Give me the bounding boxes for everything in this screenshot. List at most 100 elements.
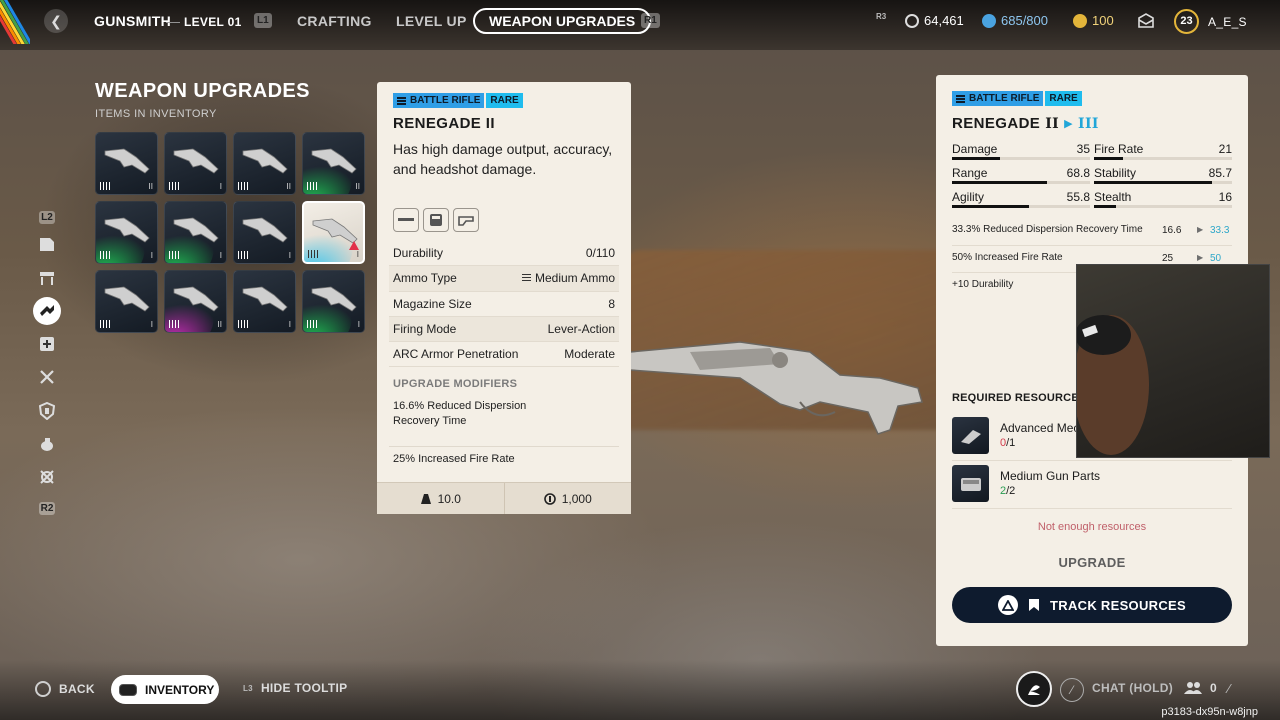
medical-icon[interactable] — [33, 330, 61, 358]
grenade-icon[interactable] — [33, 430, 61, 458]
slot-tier: I — [219, 181, 222, 191]
back-arrow-button[interactable]: ❮ — [44, 9, 68, 33]
player-avatar[interactable] — [1016, 671, 1052, 707]
mic-icon[interactable]: ⁄ — [1060, 678, 1084, 702]
panel-weapon-name: RENEGADE II ▶ III — [952, 115, 1099, 132]
weight-cell: 10.0 — [377, 483, 504, 514]
class-badge: BATTLE RIFLE — [952, 91, 1044, 106]
ammo-icon — [169, 251, 179, 259]
row-magazine-size: Magazine Size 8 — [389, 292, 619, 317]
slot-footer: II — [169, 319, 222, 329]
inventory-slot[interactable]: I — [233, 270, 296, 333]
tooltip-badges: BATTLE RIFLE RARE — [393, 93, 523, 108]
cred-value: 685/800 — [1001, 13, 1048, 28]
ammo-icon — [238, 251, 248, 259]
tab-level-up[interactable]: LEVEL UP — [396, 13, 467, 29]
tab-weapon-upgrades[interactable]: WEAPON UPGRADES — [473, 8, 652, 34]
stat-bar — [1094, 157, 1232, 160]
stock-mod-icon — [453, 208, 479, 232]
upgrade-button[interactable]: UPGRADE — [936, 555, 1248, 570]
weapon-icon — [173, 217, 219, 243]
bottom-hint-bar: BACK INVENTORY L3 HIDE TOOLTIP — [0, 673, 1280, 707]
stat-bars: Damage 35 Fire Rate 21 Range 68.8 Stability 85.… — [952, 142, 1232, 210]
bench-icon[interactable] — [33, 264, 61, 292]
tools-icon[interactable] — [33, 363, 61, 391]
inventory-slot[interactable]: II — [233, 132, 296, 195]
ammo-icon — [100, 320, 110, 328]
back-button[interactable]: BACK — [35, 681, 95, 697]
divider — [952, 508, 1232, 509]
stat-bar-fill — [1094, 181, 1213, 184]
inventory-slot[interactable]: II — [164, 270, 227, 333]
inventory-slot[interactable]: I — [302, 201, 365, 264]
slot-tier: I — [356, 249, 359, 259]
tooltip-description: Has high damage output, accuracy, and he… — [393, 141, 613, 177]
bookmark-icon — [1029, 599, 1040, 611]
stat-bar-fill — [952, 181, 1047, 184]
inventory-slot[interactable]: II — [302, 132, 365, 195]
party-indicator[interactable]: 0 — [1184, 681, 1217, 695]
inventory-slot[interactable]: I — [95, 270, 158, 333]
player-level-badge: 23 — [1174, 9, 1199, 34]
ammo-icon — [308, 250, 318, 258]
brand-stripes — [0, 0, 30, 44]
medium-gun-parts-icon — [952, 465, 989, 502]
weapon-icon — [311, 148, 357, 174]
shield-icon[interactable] — [33, 397, 61, 425]
row-ammo-type: Ammo Type Medium Ammo — [389, 266, 619, 292]
webcam-overlay — [1076, 264, 1270, 458]
slot-footer: I — [169, 250, 222, 260]
play-arrow-icon: ▶ — [1064, 118, 1073, 130]
ammo-icon — [169, 320, 179, 328]
inventory-slot[interactable]: I — [302, 270, 365, 333]
cred-counter: 685/800 — [982, 13, 1048, 28]
weapon-icon — [173, 148, 219, 174]
slot-footer: I — [307, 319, 360, 329]
ammo-icon — [169, 182, 179, 190]
cred-icon — [982, 13, 996, 28]
coins-value: 64,461 — [924, 13, 964, 28]
pencil-icon[interactable]: ⁄ — [1228, 681, 1230, 696]
slot-footer: I — [308, 249, 359, 259]
circle-button-icon — [35, 681, 51, 697]
slot-tier: I — [357, 319, 360, 329]
hide-tooltip-button[interactable]: L3 HIDE TOOLTIP — [243, 681, 347, 695]
not-enough-resources: Not enough resources — [1037, 521, 1147, 533]
row-durability: Durability 0/110 — [389, 241, 619, 267]
stat-stability: Stability 85.7 — [1094, 166, 1232, 186]
weapon-icon — [104, 217, 150, 243]
page-subtitle: ITEMS IN INVENTORY — [95, 108, 217, 120]
slot-footer: I — [100, 250, 153, 260]
separator-dash: — — [166, 13, 181, 29]
coins-counter: 64,461 — [905, 13, 964, 28]
row-armor-penetration: ARC Armor Penetration Moderate — [389, 342, 619, 368]
stat-damage: Damage 35 — [952, 142, 1090, 162]
mailbox-icon[interactable] — [1137, 12, 1155, 30]
slot-footer: II — [238, 181, 291, 191]
inventory-slot[interactable]: I — [95, 201, 158, 264]
ammo-icon — [521, 273, 531, 283]
weapon-upgrade-icon[interactable] — [33, 297, 61, 325]
list-icon — [956, 94, 965, 103]
ammo-icon — [307, 182, 317, 190]
inventory-slot[interactable]: I — [233, 201, 296, 264]
stat-bar-fill — [952, 157, 1001, 160]
slot-tier: II — [355, 181, 360, 191]
upgrade-row: 33.3% Reduced Dispersion Recovery Time 16… — [952, 224, 1230, 236]
weapon-icon — [311, 286, 357, 312]
inventory-slot[interactable]: I — [164, 132, 227, 195]
l1-tag: L1 — [254, 13, 272, 28]
weight-icon — [420, 493, 431, 504]
track-resources-button[interactable]: TRACK RESOURCES — [952, 587, 1232, 623]
resource-row: Medium Gun Parts 2/2 — [952, 465, 1232, 503]
tab-crafting[interactable]: CRAFTING — [297, 13, 372, 29]
slot-tier: II — [217, 319, 222, 329]
inventory-slot[interactable]: I — [164, 201, 227, 264]
tooltip-stat-rows: Durability 0/110 Ammo Type Medium Ammo Mag… — [389, 241, 619, 368]
party-icon — [1184, 682, 1202, 694]
page-title: WEAPON UPGRADES — [95, 80, 310, 102]
inventory-button[interactable]: INVENTORY — [111, 675, 219, 704]
scrap-icon[interactable] — [33, 463, 61, 491]
blueprint-icon[interactable] — [33, 230, 61, 258]
inventory-slot[interactable]: II — [95, 132, 158, 195]
